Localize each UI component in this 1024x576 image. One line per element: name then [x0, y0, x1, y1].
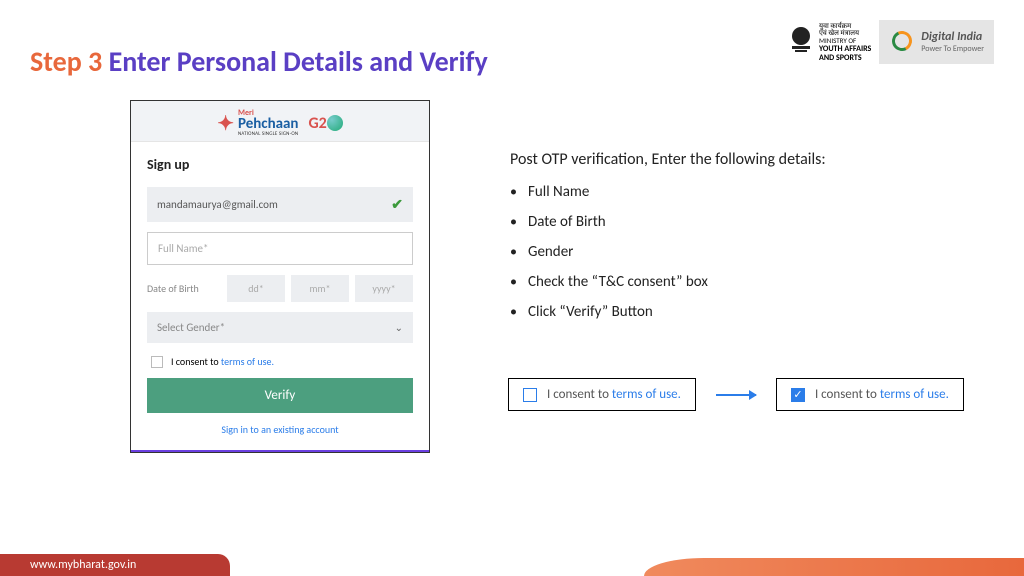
- page-title: Step 3 Enter Personal Details and Verify: [30, 20, 488, 79]
- bullet-item: Date of Birth: [510, 213, 984, 231]
- dob-year-field[interactable]: yyyy*: [355, 275, 413, 302]
- consent-checkbox-row[interactable]: I consent to terms of use.: [147, 355, 413, 368]
- bullet-item: Gender: [510, 243, 984, 261]
- verify-button[interactable]: Verify: [147, 378, 413, 413]
- signup-heading: Sign up: [147, 156, 413, 173]
- footer-url: www.mybharat.gov.in: [0, 554, 230, 576]
- consent-demo: I consent to terms of use. ✓ I consent t…: [508, 378, 964, 411]
- bullet-item: Full Name: [510, 183, 984, 201]
- globe-icon: [327, 115, 343, 131]
- signup-form-screenshot: ✦ Meri Pehchaan NATIONAL SINGLE SIGN-ON …: [130, 100, 430, 453]
- fullname-field[interactable]: Full Name*: [147, 232, 413, 265]
- title-rest: Enter Personal Details and Verify: [102, 44, 488, 79]
- checkbox-empty-icon: [523, 388, 537, 402]
- bullet-item: Check the “T&C consent” box: [510, 273, 984, 291]
- checkbox-icon[interactable]: [151, 356, 163, 368]
- header-logos: युवा कार्यक्रम एवं खेल मंत्रालय MINISTRY…: [787, 20, 994, 64]
- step-label: Step 3: [30, 44, 102, 79]
- chevron-down-icon: ⌄: [395, 321, 403, 334]
- ministry-logo: युवा कार्यक्रम एवं खेल मंत्रालय MINISTRY…: [787, 22, 871, 63]
- signin-link[interactable]: Sign in to an existing account: [147, 423, 413, 440]
- checkbox-checked-icon: ✓: [791, 388, 805, 402]
- dob-month-field[interactable]: mm*: [291, 275, 349, 302]
- footer: www.mybharat.gov.in: [0, 554, 1024, 576]
- consent-checked-box: ✓ I consent to terms of use.: [776, 378, 964, 411]
- bullet-item: Click “Verify” Button: [510, 303, 984, 321]
- footer-decoration: [644, 558, 1024, 576]
- arrow-right-icon: [716, 394, 756, 396]
- pehchaan-logo: ✦ Meri Pehchaan NATIONAL SINGLE SIGN-ON: [217, 109, 298, 137]
- email-field[interactable]: mandamaurya@gmail.com ✔: [147, 187, 413, 222]
- desc-heading: Post OTP verification, Enter the followi…: [510, 150, 984, 169]
- gender-select[interactable]: Select Gender* ⌄: [147, 312, 413, 343]
- dob-label: Date of Birth: [147, 282, 217, 295]
- dob-day-field[interactable]: dd*: [227, 275, 285, 302]
- pehchaan-icon: ✦: [217, 111, 234, 136]
- consent-unchecked-box: I consent to terms of use.: [508, 378, 696, 411]
- terms-link[interactable]: terms of use.: [221, 355, 274, 368]
- digital-india-logo: Digital India Power To Empower: [879, 20, 994, 64]
- check-icon: ✔: [391, 196, 403, 213]
- digital-india-icon: [889, 29, 915, 55]
- india-emblem-icon: [787, 24, 815, 60]
- g20-logo: G2: [308, 114, 342, 133]
